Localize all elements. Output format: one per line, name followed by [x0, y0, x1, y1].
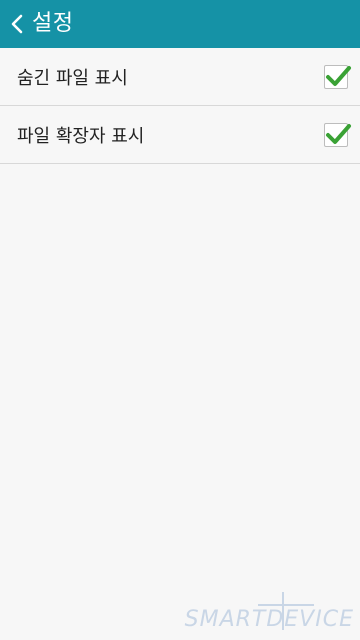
show-file-extensions-checkbox[interactable] [324, 122, 351, 147]
show-file-extensions-row[interactable]: 파일 확장자 표시 [0, 106, 360, 164]
chevron-left-icon [10, 13, 24, 35]
watermark-logo: SMARTDEVICE [185, 592, 354, 632]
settings-list: 숨긴 파일 표시 파일 확장자 표시 [0, 48, 360, 164]
page-title: 설정 [32, 11, 74, 36]
watermark-text: SMARTDEVICE [184, 607, 354, 632]
watermark-cross-horizontal [258, 604, 314, 606]
show-file-extensions-label: 파일 확장자 표시 [17, 125, 145, 147]
back-button[interactable] [0, 0, 32, 48]
app-bar: 설정 [0, 0, 360, 48]
checkmark-icon [326, 65, 351, 86]
show-hidden-files-checkbox[interactable] [324, 64, 351, 89]
show-hidden-files-label: 숨긴 파일 표시 [17, 67, 128, 89]
show-hidden-files-row[interactable]: 숨긴 파일 표시 [0, 48, 360, 106]
checkmark-icon [326, 123, 351, 144]
